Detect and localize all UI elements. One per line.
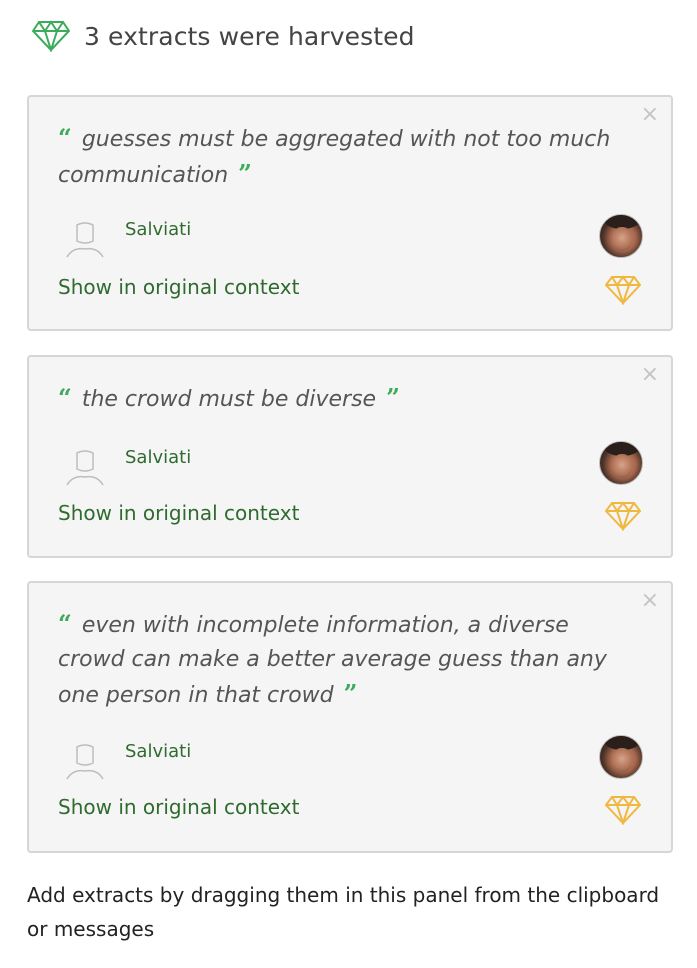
extract-author: Salviati <box>63 211 191 261</box>
close-quote-icon: ” <box>386 383 400 412</box>
extract-quote-text: even with incomplete information, a dive… <box>58 613 607 708</box>
author-name[interactable]: Salviati <box>125 741 191 762</box>
close-quote-icon: ” <box>343 679 358 708</box>
extract-quote: “even with incomplete information, a div… <box>58 607 633 713</box>
harvest-title: 3 extracts were harvested <box>84 21 415 51</box>
extract-author: Salviati <box>63 733 191 783</box>
remove-extract-button[interactable]: × <box>641 587 659 615</box>
show-in-context-link[interactable]: Show in original context <box>58 795 299 819</box>
remove-extract-button[interactable]: × <box>641 101 659 129</box>
nugget-diamond-icon[interactable] <box>605 275 641 305</box>
open-quote-icon: “ <box>58 383 72 412</box>
extract-card: × “ the crowd must be diverse ” Salviati S… <box>27 355 673 558</box>
harvester-avatar <box>599 441 643 485</box>
nugget-diamond-icon[interactable] <box>605 795 641 825</box>
extract-quote: “guesses must be aggregated with not too… <box>58 121 633 193</box>
user-placeholder-icon <box>66 744 104 780</box>
nugget-diamond-icon[interactable] <box>605 501 641 531</box>
extract-quote-text: guesses must be aggregated with not too … <box>58 127 611 188</box>
extract-quote: “ the crowd must be diverse ” <box>58 381 633 417</box>
open-quote-icon: “ <box>58 123 72 152</box>
close-quote-icon: ” <box>238 159 252 188</box>
extract-author: Salviati <box>63 439 191 489</box>
show-in-context-link[interactable]: Show in original context <box>58 275 299 299</box>
harvester-avatar <box>599 735 643 779</box>
drop-hint: Add extracts by dragging them in this pa… <box>27 883 660 941</box>
user-placeholder-icon <box>66 222 104 258</box>
harvest-header: 3 extracts were harvested <box>32 14 415 58</box>
author-name[interactable]: Salviati <box>125 447 191 468</box>
extract-card: × “even with incomplete information, a d… <box>27 581 673 853</box>
show-in-context-link[interactable]: Show in original context <box>58 501 299 525</box>
author-name[interactable]: Salviati <box>125 219 191 240</box>
extract-quote-text: the crowd must be diverse <box>81 387 377 412</box>
extract-card: × “guesses must be aggregated with not t… <box>27 95 673 331</box>
remove-extract-button[interactable]: × <box>641 361 659 389</box>
user-placeholder-icon <box>66 450 104 486</box>
open-quote-icon: “ <box>58 609 72 638</box>
harvester-avatar <box>599 214 643 258</box>
diamond-icon <box>32 20 70 52</box>
